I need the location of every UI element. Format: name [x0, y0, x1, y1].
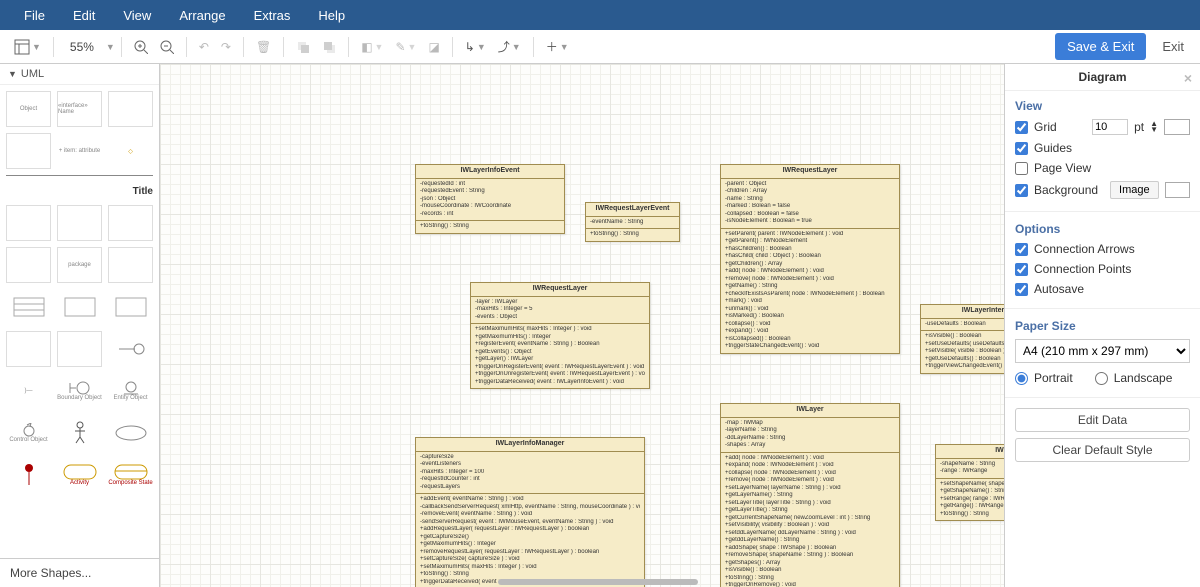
shape-boundary[interactable]: Boundary Object	[57, 373, 102, 409]
grid-checkbox[interactable]	[1015, 121, 1028, 134]
menu-help[interactable]: Help	[304, 8, 359, 23]
menu-extras[interactable]: Extras	[240, 8, 305, 23]
pageview-checkbox[interactable]	[1015, 162, 1028, 175]
zoom-level[interactable]: 55%	[60, 40, 104, 54]
save-exit-button[interactable]: Save & Exit	[1055, 33, 1146, 60]
menu-arrange[interactable]: Arrange	[165, 8, 239, 23]
shape-object[interactable]: Object	[6, 91, 51, 127]
shape-component2[interactable]	[57, 205, 102, 241]
shape-note[interactable]	[6, 331, 51, 367]
shape-module[interactable]	[6, 247, 51, 283]
shape-composite[interactable]: Composite State	[108, 457, 153, 493]
conn-arrows-checkbox[interactable]	[1015, 243, 1028, 256]
uml-class-IWLayerInfoManager[interactable]: IWLayerInfoManager-captureSize-eventList…	[415, 437, 645, 587]
collapse-caret-icon: ▼	[8, 69, 17, 79]
shape-activity[interactable]: Activity	[57, 457, 102, 493]
connection-button[interactable]: ↳▼	[459, 36, 492, 58]
toolbar: ▼ 55%▼ ↶ ↷ 🗑 ◧▼ ✎▼ ◪ ↳▼ ⤴▼ ＋▼ Save & Exi…	[0, 30, 1200, 64]
grid-color-swatch[interactable]	[1164, 119, 1190, 135]
format-panel: Diagram × View Grid pt ▲▼ Guides Page Vi…	[1004, 64, 1200, 587]
background-image-button[interactable]: Image	[1110, 181, 1159, 199]
shadow-button[interactable]: ◪	[422, 36, 445, 58]
uml-class-IWLayer[interactable]: IWLayer-map : IWMap-layerName : String-d…	[720, 403, 900, 587]
panel-title: Diagram ×	[1005, 64, 1200, 91]
zoom-caret[interactable]: ▼	[106, 42, 115, 52]
options-group-title: Options	[1015, 222, 1190, 236]
more-shapes-button[interactable]: More Shapes...	[0, 558, 159, 587]
shape-divider[interactable]	[6, 175, 153, 177]
to-back-button[interactable]	[316, 36, 342, 58]
to-front-button[interactable]	[290, 36, 316, 58]
uml-class-IWRequestLayerEvent[interactable]: IWRequestLayerEvent-eventName : String+t…	[585, 202, 680, 242]
canvas-area[interactable]: request : * IWLayerInfoEvent-requestedId…	[160, 64, 1004, 587]
exit-button[interactable]: Exit	[1154, 33, 1192, 60]
menu-edit[interactable]: Edit	[59, 8, 109, 23]
background-checkbox[interactable]	[1015, 184, 1028, 197]
paper-size-select[interactable]: A4 (210 mm x 297 mm)	[1015, 339, 1190, 363]
conn-points-checkbox[interactable]	[1015, 263, 1028, 276]
shape-actor[interactable]	[57, 415, 102, 451]
shape-note2[interactable]	[57, 331, 102, 367]
fill-color-button[interactable]: ◧▼	[355, 36, 389, 58]
shapes-sidebar: ▼ UML Object «interface» Name + item: at…	[0, 64, 160, 587]
landscape-radio[interactable]	[1095, 372, 1108, 385]
shape-frame2[interactable]	[108, 289, 153, 325]
grid-size-input[interactable]	[1092, 119, 1128, 135]
menu-view[interactable]: View	[109, 8, 165, 23]
shape-lollipop[interactable]	[108, 331, 153, 367]
shape-item-attribute[interactable]: + item: attribute	[57, 133, 102, 169]
shape-item-attribute2[interactable]: ◇	[108, 133, 153, 169]
background-label: Background	[1034, 183, 1098, 197]
menu-bar: File Edit View Arrange Extras Help	[0, 0, 1200, 30]
shape-package2[interactable]	[108, 247, 153, 283]
autosave-checkbox[interactable]	[1015, 283, 1028, 296]
clear-style-button[interactable]: Clear Default Style	[1015, 438, 1190, 462]
menu-file[interactable]: File	[10, 8, 59, 23]
view-mode-button[interactable]: ▼	[8, 35, 47, 59]
shape-entity[interactable]: Entity Object	[108, 373, 153, 409]
guides-checkbox[interactable]	[1015, 142, 1028, 155]
delete-button[interactable]: 🗑	[250, 36, 277, 58]
shape-start[interactable]	[6, 457, 51, 493]
edit-data-button[interactable]: Edit Data	[1015, 408, 1190, 432]
shape-frame[interactable]	[57, 289, 102, 325]
uml-class-IWRequestLayer_class[interactable]: IWRequestLayer-layer : IWLayer-maxHits :…	[470, 282, 650, 389]
guides-label: Guides	[1034, 141, 1072, 155]
shape-table[interactable]	[6, 289, 51, 325]
sidebar-category-label: UML	[21, 68, 44, 80]
zoom-in-button[interactable]	[128, 36, 154, 58]
shape-package[interactable]: package	[57, 247, 102, 283]
background-color-swatch[interactable]	[1165, 182, 1190, 198]
shape-control[interactable]: Control Object	[6, 415, 51, 451]
shape-usecase[interactable]	[108, 415, 153, 451]
uml-class-IWLayerInfoEvent[interactable]: IWLayerInfoEvent-requestedId : int-reque…	[415, 164, 565, 234]
shape-classname[interactable]	[6, 133, 51, 169]
shape-block[interactable]	[108, 205, 153, 241]
grid-label: Grid	[1034, 120, 1057, 134]
uml-class-IWRequestLayer_iface[interactable]: IWRequestLayer-parent : Object-children …	[720, 164, 900, 354]
undo-button[interactable]: ↶	[193, 36, 215, 58]
redo-button[interactable]: ↷	[215, 36, 237, 58]
zoom-out-button[interactable]	[154, 36, 180, 58]
close-panel-icon[interactable]: ×	[1184, 70, 1192, 86]
paper-size-title: Paper Size	[1015, 319, 1190, 333]
uml-class-IWLayerInterface[interactable]: IWLayerInterface-useDefaults : Boolean+i…	[920, 304, 1004, 374]
view-group-title: View	[1015, 99, 1190, 113]
shape-required[interactable]: )—	[6, 373, 51, 409]
line-color-button[interactable]: ✎▼	[389, 36, 422, 58]
portrait-radio[interactable]	[1015, 372, 1028, 385]
pageview-label: Page View	[1034, 161, 1091, 175]
uml-class-IWShape[interactable]: IWShape-shapeName : String-range : IWRan…	[935, 444, 1004, 521]
waypoint-button[interactable]: ⤴▼	[492, 34, 527, 59]
insert-button[interactable]: ＋▼	[540, 34, 575, 59]
shape-interface[interactable]: «interface» Name	[57, 91, 102, 127]
shape-palette: Object «interface» Name + item: attribut…	[0, 85, 159, 558]
canvas-horizontal-scrollbar[interactable]	[498, 579, 698, 585]
sidebar-category-header[interactable]: ▼ UML	[0, 64, 159, 85]
shape-component[interactable]	[6, 205, 51, 241]
shape-title[interactable]: Title	[6, 183, 153, 199]
shape-class3[interactable]	[108, 91, 153, 127]
